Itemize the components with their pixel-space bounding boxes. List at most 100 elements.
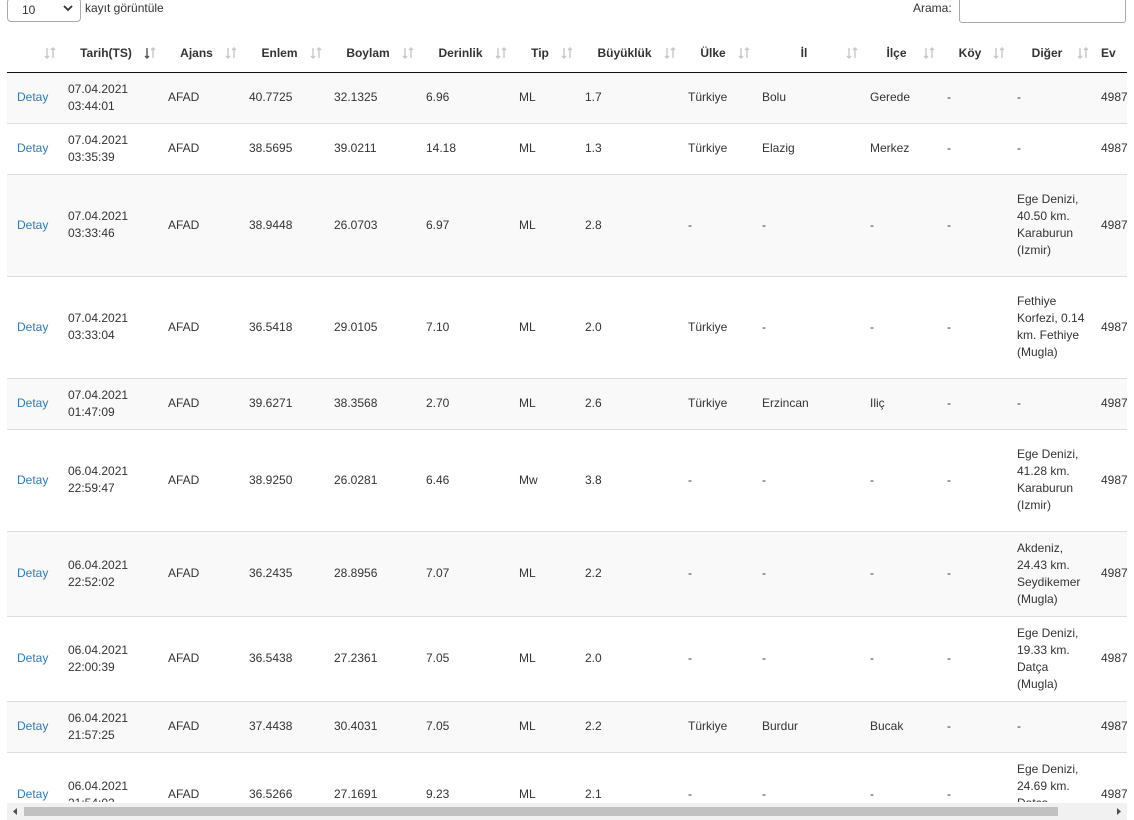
date-cell: 06.04.2021 21:57:25 bbox=[62, 700, 162, 752]
table-row: Detay 06.04.2021 22:52:02 AFAD 36.2435 28.895… bbox=[7, 530, 1127, 616]
agency-cell: AFAD bbox=[162, 615, 243, 701]
col-header-latitude[interactable]: Enlem bbox=[243, 34, 328, 73]
sort-both-icon[interactable] bbox=[993, 47, 1005, 59]
sort-both-icon[interactable] bbox=[1077, 47, 1089, 59]
agency-cell: AFAD bbox=[162, 122, 243, 174]
district-cell: - bbox=[864, 428, 941, 531]
sort-both-icon[interactable] bbox=[738, 47, 750, 59]
col-header-event[interactable]: Ev bbox=[1095, 34, 1127, 73]
detail-link[interactable]: Detay bbox=[7, 275, 62, 378]
sort-both-icon[interactable] bbox=[923, 47, 935, 59]
column-label: Büyüklük bbox=[597, 45, 652, 60]
date-text: 07.04.2021 bbox=[68, 387, 129, 402]
detail-link[interactable]: Detay bbox=[7, 377, 62, 429]
detail-link[interactable]: Detay bbox=[7, 615, 62, 701]
country-cell: - bbox=[682, 530, 756, 616]
col-header-district[interactable]: İlçe bbox=[864, 34, 941, 73]
other-cell: Akdeniz, 24.43 km. Seydikemer (Mugla) bbox=[1011, 530, 1095, 616]
sort-both-icon[interactable] bbox=[495, 47, 507, 59]
scroll-left-arrow-icon[interactable] bbox=[7, 803, 24, 820]
sort-both-icon[interactable] bbox=[561, 47, 573, 59]
depth-cell: 7.07 bbox=[420, 530, 513, 616]
sort-desc-icon[interactable] bbox=[144, 47, 156, 59]
col-header-longitude[interactable]: Boylam bbox=[328, 34, 420, 73]
depth-cell: 6.96 bbox=[420, 71, 513, 123]
scrollbar-thumb[interactable] bbox=[24, 807, 1058, 816]
date-text: 07.04.2021 bbox=[68, 132, 129, 147]
detail-link[interactable]: Detay bbox=[7, 428, 62, 531]
col-header-other[interactable]: Diğer bbox=[1011, 34, 1095, 73]
time-text: 03:33:04 bbox=[68, 328, 115, 342]
time-text: 21:57:25 bbox=[68, 727, 115, 742]
other-cell: - bbox=[1011, 377, 1095, 429]
col-header-magnitude[interactable]: Büyüklük bbox=[579, 34, 682, 73]
time-text: 03:44:01 bbox=[68, 98, 115, 113]
column-label: Köy bbox=[958, 45, 982, 60]
chevron-down-icon bbox=[63, 5, 73, 12]
detail-link[interactable]: Detay bbox=[7, 530, 62, 616]
col-header-date[interactable]: Tarih(TS) bbox=[62, 34, 162, 73]
city-cell: - bbox=[756, 173, 864, 276]
col-header-city[interactable]: İl bbox=[756, 34, 864, 73]
date-text: 07.04.2021 bbox=[68, 311, 129, 325]
village-cell: - bbox=[941, 428, 1011, 531]
column-label: Tarih(TS) bbox=[80, 45, 132, 60]
col-header-type[interactable]: Tip bbox=[513, 34, 579, 73]
city-cell: Burdur bbox=[756, 700, 864, 752]
depth-cell: 7.10 bbox=[420, 275, 513, 378]
page-length-label: kayıt görüntüle bbox=[85, 1, 164, 15]
event-cell: 4987 bbox=[1095, 377, 1127, 429]
latitude-cell: 36.5418 bbox=[243, 275, 328, 378]
country-cell: Türkiye bbox=[682, 700, 756, 752]
longitude-cell: 29.0105 bbox=[328, 275, 420, 378]
longitude-cell: 28.8956 bbox=[328, 530, 420, 616]
depth-cell: 2.70 bbox=[420, 377, 513, 429]
scroll-right-arrow-icon[interactable] bbox=[1110, 803, 1127, 820]
sort-both-icon[interactable] bbox=[846, 47, 858, 59]
agency-cell: AFAD bbox=[162, 275, 243, 378]
latitude-cell: 38.5695 bbox=[243, 122, 328, 174]
type-cell: ML bbox=[513, 530, 579, 616]
search-input[interactable] bbox=[959, 0, 1126, 23]
sort-both-icon[interactable] bbox=[44, 47, 56, 59]
col-header-depth[interactable]: Derinlik bbox=[420, 34, 513, 73]
district-cell: Iliç bbox=[864, 377, 941, 429]
sort-both-icon[interactable] bbox=[664, 47, 676, 59]
city-cell: - bbox=[756, 530, 864, 616]
city-cell: - bbox=[756, 615, 864, 701]
detail-link[interactable]: Detay bbox=[7, 700, 62, 752]
longitude-cell: 39.0211 bbox=[328, 122, 420, 174]
type-cell: ML bbox=[513, 173, 579, 276]
col-header-country[interactable]: Ülke bbox=[682, 34, 756, 73]
sort-both-icon[interactable] bbox=[310, 47, 322, 59]
longitude-cell: 27.1691 bbox=[328, 751, 420, 802]
sort-both-icon[interactable] bbox=[402, 47, 414, 59]
event-cell: 4987 bbox=[1095, 428, 1127, 531]
district-cell: - bbox=[864, 615, 941, 701]
page-length-select[interactable]: 10 bbox=[7, 0, 81, 22]
column-label: Boylam bbox=[346, 45, 390, 60]
detail-link[interactable]: Detay bbox=[7, 173, 62, 276]
other-cell: Ege Denizi, 40.50 km. Karaburun (Izmir) bbox=[1011, 173, 1095, 276]
sort-both-icon[interactable] bbox=[225, 47, 237, 59]
col-header-agency[interactable]: Ajans bbox=[162, 34, 243, 73]
depth-cell: 9.23 bbox=[420, 751, 513, 802]
longitude-cell: 26.0703 bbox=[328, 173, 420, 276]
type-cell: ML bbox=[513, 122, 579, 174]
city-cell: Erzincan bbox=[756, 377, 864, 429]
city-cell: Bolu bbox=[756, 71, 864, 123]
table-row: Detay 07.04.2021 03:33:46 AFAD 38.9448 26.070… bbox=[7, 173, 1127, 276]
detail-link[interactable]: Detay bbox=[7, 71, 62, 123]
detail-link[interactable]: Detay bbox=[7, 122, 62, 174]
page-length-value: 10 bbox=[22, 3, 36, 17]
column-label: Ajans bbox=[180, 45, 213, 60]
type-cell: Mw bbox=[513, 428, 579, 531]
date-cell: 07.04.2021 03:44:01 bbox=[62, 71, 162, 123]
horizontal-scrollbar[interactable] bbox=[7, 803, 1127, 820]
col-header-empty[interactable] bbox=[7, 34, 62, 73]
date-text: 06.04.2021 bbox=[68, 710, 129, 725]
type-cell: ML bbox=[513, 700, 579, 752]
col-header-village[interactable]: Köy bbox=[941, 34, 1011, 73]
detail-link[interactable]: Detay bbox=[7, 751, 62, 802]
city-cell: - bbox=[756, 428, 864, 531]
